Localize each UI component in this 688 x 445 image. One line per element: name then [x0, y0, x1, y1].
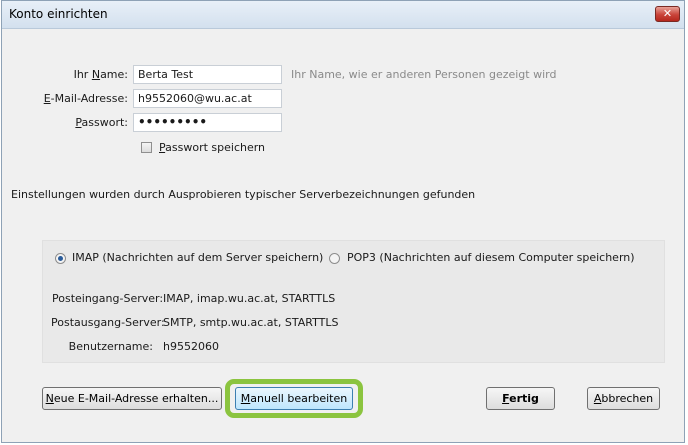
server-settings-panel: IMAP (Nachrichten auf dem Server speiche…	[42, 240, 665, 363]
cancel-button[interactable]: Abbrechen	[587, 387, 660, 410]
name-field[interactable]: Berta Test	[133, 65, 282, 84]
pop3-radio[interactable]	[329, 253, 340, 264]
name-label-text: Ihr	[73, 68, 92, 81]
email-label: E-Mail-Adresse:	[22, 92, 128, 105]
new-address-rest: eue E-Mail-Adresse erhalten...	[53, 392, 219, 405]
password-label: Passwort:	[42, 116, 128, 129]
name-label-rest: ame:	[100, 68, 128, 81]
imap-radio[interactable]	[55, 253, 66, 264]
manual-edit-button[interactable]: Manuell bearbeiten	[235, 387, 353, 410]
dialog-title: Konto einrichten	[9, 7, 108, 21]
outgoing-server-value: SMTP, smtp.wu.ac.at, STARTTLS	[163, 316, 339, 329]
save-password-rest: asswort speichern	[165, 141, 266, 154]
incoming-server-label: Posteingang-Server:	[52, 292, 164, 305]
status-message: Einstellungen wurden durch Ausprobieren …	[11, 188, 476, 201]
name-label-access: N	[91, 68, 101, 81]
email-field[interactable]: h9552060@wu.ac.at	[133, 89, 282, 108]
name-hint: Ihr Name, wie er anderen Personen gezeig…	[291, 68, 557, 81]
manual-access: M	[240, 392, 251, 405]
password-label-rest: asswort:	[81, 116, 128, 129]
email-label-access: E	[43, 92, 51, 105]
done-button[interactable]: Fertig	[486, 387, 555, 410]
title-bar: Konto einrichten ✕	[2, 1, 684, 29]
password-field[interactable]: •••••••••	[133, 113, 282, 132]
incoming-server-value: IMAP, imap.wu.ac.at, STARTTLS	[163, 292, 336, 305]
username-value: h9552060	[163, 340, 219, 353]
email-label-rest: -Mail-Adresse:	[50, 92, 128, 105]
account-setup-dialog: Konto einrichten ✕ Ihr Name: Berta Test …	[1, 0, 685, 443]
manual-rest: anuell bearbeiten	[250, 392, 348, 405]
close-icon: ✕	[662, 7, 673, 20]
save-password-label[interactable]: Passwort speichern	[159, 141, 265, 154]
close-button[interactable]: ✕	[655, 6, 680, 22]
new-email-address-button[interactable]: Neue E-Mail-Adresse erhalten...	[42, 387, 222, 410]
username-label: Benutzername:	[68, 340, 153, 353]
save-password-checkbox[interactable]	[141, 142, 152, 153]
imap-radio-label[interactable]: IMAP (Nachrichten auf dem Server speiche…	[72, 251, 323, 264]
dialog-content: Ihr Name: Berta Test Ihr Name, wie er an…	[2, 29, 684, 442]
cancel-rest: bbrechen	[601, 392, 654, 405]
new-address-access: N	[45, 392, 54, 405]
name-label: Ihr Name:	[42, 68, 128, 81]
done-rest: ertig	[509, 392, 539, 405]
pop3-radio-label[interactable]: POP3 (Nachrichten auf diesem Computer sp…	[347, 251, 635, 264]
outgoing-server-label: Postausgang-Server:	[51, 316, 165, 329]
